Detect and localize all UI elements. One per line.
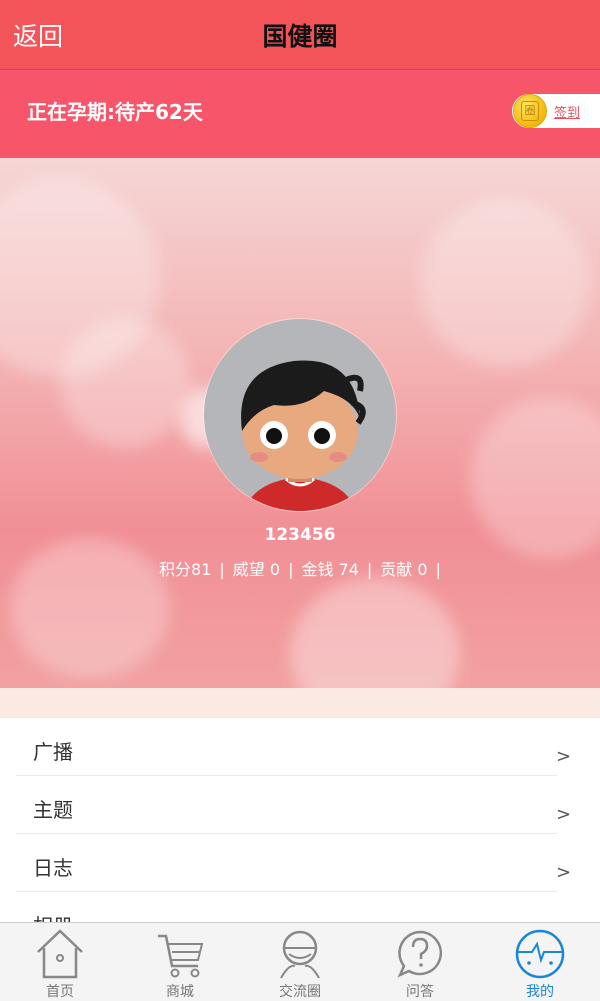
- stat-separator: |: [366, 560, 373, 579]
- question-icon: [397, 930, 443, 978]
- pregnancy-days: 62: [155, 100, 183, 124]
- stat-contribution: 贡献 0: [380, 560, 428, 579]
- menu-item-topics[interactable]: 主题 >: [16, 776, 571, 834]
- chevron-right-icon: >: [556, 862, 572, 883]
- stat-separator: |: [219, 560, 225, 579]
- user-stats: 积分81 | 威望 0 | 金钱 74 | 贡献 0 |: [0, 556, 600, 580]
- menu-item-album[interactable]: 相册 >: [16, 892, 571, 922]
- stat-points: 积分81: [159, 560, 212, 579]
- signin-button[interactable]: 圈 签到: [512, 94, 600, 128]
- tab-mall[interactable]: 商城: [120, 923, 240, 1001]
- profile-icon: [515, 929, 565, 979]
- profile-menu: 广播 > 主题 > 日志 > 相册 >: [0, 718, 600, 922]
- menu-item-label: 广播: [33, 740, 73, 764]
- community-icon: [280, 930, 320, 979]
- tab-home[interactable]: 首页: [0, 923, 120, 1001]
- stat-prestige: 威望 0: [232, 560, 281, 579]
- stat-separator: |: [288, 560, 294, 579]
- menu-item-journal[interactable]: 日志 >: [16, 834, 571, 892]
- tab-label: 商城: [166, 984, 194, 1000]
- username: 123456: [264, 525, 336, 545]
- menu-item-label: 日志: [33, 856, 73, 880]
- pregnancy-status-bar: 正在孕期:待产62天 圈 签到: [0, 70, 600, 158]
- tab-label: 交流圈: [279, 984, 321, 1000]
- section-divider: [0, 688, 600, 718]
- tab-qa[interactable]: 问答: [360, 923, 480, 1001]
- bokeh-light: [290, 578, 460, 688]
- bottom-tab-bar: 首页 商城 交流圈 问答 我的: [0, 922, 600, 1001]
- stat-money: 金钱 74: [301, 560, 359, 579]
- tab-label: 问答: [406, 984, 434, 1000]
- home-icon: [37, 929, 83, 979]
- avatar[interactable]: [204, 319, 396, 511]
- cart-icon: [158, 934, 204, 978]
- top-nav-bar: 返回 国健圈: [0, 0, 600, 70]
- pregnancy-status-text: 正在孕期:待产62天: [27, 96, 203, 125]
- chevron-right-icon: >: [556, 746, 572, 767]
- menu-item-label: 相册: [33, 910, 73, 922]
- tab-community[interactable]: 交流圈: [240, 923, 360, 1001]
- profile-banner: 123456 积分81 | 威望 0 | 金钱 74 | 贡献 0 |: [0, 158, 600, 688]
- page-title: 国健圈: [262, 22, 338, 51]
- pregnancy-days-unit: 天: [182, 100, 203, 124]
- coin-glyph: 圈: [521, 101, 539, 121]
- menu-item-broadcast[interactable]: 广播 >: [16, 718, 571, 776]
- coin-icon: 圈: [514, 95, 546, 127]
- bokeh-light: [420, 198, 590, 368]
- pregnancy-status-label: 正在孕期:待产: [27, 100, 155, 124]
- chevron-right-icon: >: [556, 804, 572, 825]
- avatar-illustration: [241, 360, 366, 511]
- tab-label: 我的: [526, 984, 554, 1000]
- menu-item-label: 主题: [33, 798, 73, 822]
- bokeh-light: [60, 318, 190, 448]
- signin-label: 签到: [554, 106, 581, 121]
- tab-mine[interactable]: 我的: [480, 923, 600, 1001]
- tab-label: 首页: [46, 984, 74, 1000]
- stat-separator: |: [435, 560, 441, 579]
